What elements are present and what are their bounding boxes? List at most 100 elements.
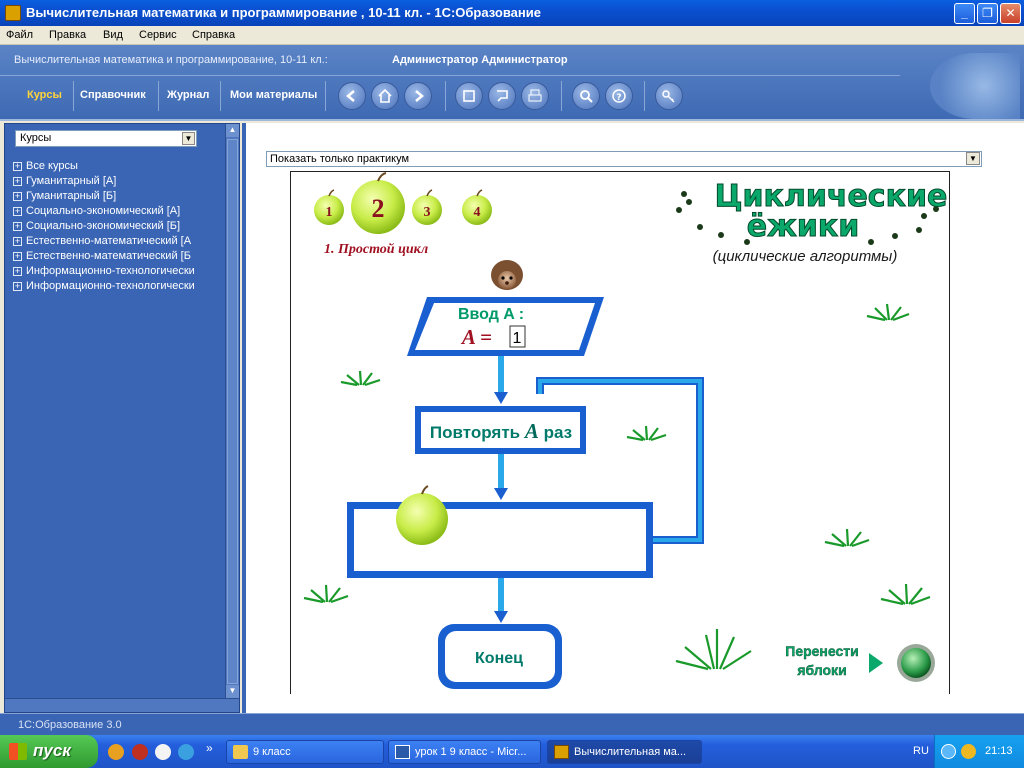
course-select[interactable]: Курсы ▼ [15, 130, 197, 147]
lesson-title-line2: ёжики [747, 209, 860, 244]
step-3-button[interactable]: 3 [412, 189, 442, 225]
course-title: Вычислительная математика и программиров… [14, 54, 328, 66]
tab-courses[interactable]: Курсы [27, 89, 62, 101]
course-tree: + Все курсы + Гуманитарный [А] + Гуманитарн… [13, 160, 227, 295]
step-2-button[interactable]: 2 [351, 172, 405, 234]
practice-filter-select[interactable]: Показать только практикум ▼ [266, 151, 982, 167]
tab-journal[interactable]: Журнал [167, 89, 209, 101]
tree-item[interactable]: + Информационно-технологически [13, 265, 227, 280]
sidebar: Курсы ▼ + Все курсы + Гуманитарный [А] + Гу… [4, 123, 240, 713]
tab-my-materials[interactable]: Мои материалы [230, 89, 317, 101]
tray-expand-icon[interactable] [941, 744, 956, 759]
tab-separator [325, 81, 326, 111]
menu-bar: Файл Правка Вид Сервис Справка [0, 26, 1024, 45]
quicklaunch-ie-icon[interactable] [178, 744, 194, 760]
scroll-up-icon[interactable]: ▲ [226, 124, 239, 137]
chevron-down-icon[interactable]: ▼ [182, 132, 195, 145]
lesson-stage: 1 2 3 4 1. Простой цикл Циклические ёжик… [290, 171, 950, 694]
search-icon[interactable] [572, 82, 600, 110]
maximize-button[interactable]: ❐ [977, 3, 998, 24]
back-arrow-icon[interactable] [338, 82, 366, 110]
tree-item[interactable]: + Все курсы [13, 160, 227, 175]
print-icon[interactable] [521, 82, 549, 110]
course-select-value: Курсы [20, 132, 52, 144]
expand-icon[interactable]: + [13, 222, 22, 231]
input-block-expression: A = [460, 325, 492, 349]
quicklaunch-more-icon[interactable]: » [206, 741, 213, 755]
sidebar-vertical-scrollbar[interactable]: ▲ ▼ [225, 124, 239, 699]
task-1c-education[interactable]: Вычислительная ма... [547, 740, 702, 764]
menu-tools[interactable]: Сервис [139, 29, 177, 41]
step-4-button[interactable]: 4 [462, 189, 492, 225]
expand-icon[interactable]: + [13, 237, 22, 246]
folder-icon [233, 745, 248, 759]
menu-view[interactable]: Вид [103, 29, 123, 41]
step-title: 1. Простой цикл [324, 242, 428, 257]
start-button[interactable]: пуск [0, 735, 98, 768]
tree-item[interactable]: + Социально-экономический [А] [13, 205, 227, 220]
input-block-label: Ввод A : [458, 306, 524, 323]
window-title: Вычислительная математика и программиров… [26, 5, 541, 20]
content-area: Показать только практикум ▼ 1 2 3 4 1. П… [242, 123, 1024, 713]
pointer-icon[interactable] [488, 82, 516, 110]
tab-reference[interactable]: Справочник [80, 89, 146, 101]
scroll-thumb[interactable] [227, 139, 238, 684]
windows-logo-icon [9, 743, 27, 760]
expand-icon[interactable]: + [13, 252, 22, 261]
expand-icon[interactable]: + [13, 267, 22, 276]
task-word[interactable]: урок 1 9 класс - Micr... [388, 740, 541, 764]
loop-block-label: Повторять A раз [430, 419, 572, 443]
expand-icon[interactable]: + [13, 282, 22, 291]
tree-item[interactable]: + Естественно-математический [Б [13, 250, 227, 265]
hedgehog-icon [491, 260, 523, 290]
practice-filter-value: Показать только практикум [270, 153, 410, 165]
expand-icon[interactable]: + [13, 192, 22, 201]
minimize-button[interactable]: _ [954, 3, 975, 24]
menu-help[interactable]: Справка [192, 29, 235, 41]
expand-icon[interactable]: + [13, 162, 22, 171]
expand-icon[interactable]: + [13, 207, 22, 216]
tree-item[interactable]: + Гуманитарный [Б] [13, 190, 227, 205]
word-icon [395, 745, 410, 759]
app-header: Вычислительная математика и программиров… [0, 45, 1024, 121]
system-tray: 21:13 [934, 735, 1024, 768]
quicklaunch-opera-icon[interactable] [132, 744, 148, 760]
move-apples-button[interactable] [897, 644, 935, 682]
home-icon[interactable] [371, 82, 399, 110]
expand-icon[interactable]: + [13, 177, 22, 186]
app-icon [554, 745, 569, 759]
apple-icon[interactable] [396, 485, 448, 545]
menu-file[interactable]: Файл [6, 29, 33, 41]
end-block-label: Конец [475, 650, 523, 667]
svg-text:?: ? [616, 93, 621, 103]
step-1-button[interactable]: 1 [314, 189, 344, 225]
user-name: Администратор Администратор [392, 54, 568, 66]
app-emblem [930, 53, 1020, 119]
key-icon[interactable] [655, 82, 683, 110]
menu-edit[interactable]: Правка [49, 29, 86, 41]
tree-item[interactable]: + Социально-экономический [Б] [13, 220, 227, 235]
tree-item[interactable]: + Гуманитарный [А] [13, 175, 227, 190]
tool-separator [561, 81, 562, 111]
tool-separator [445, 81, 446, 111]
tree-item[interactable]: + Информационно-технологически [13, 280, 227, 295]
task-folder[interactable]: 9 класс [226, 740, 384, 764]
help-icon[interactable]: ? [605, 82, 633, 110]
forward-arrow-icon[interactable] [404, 82, 432, 110]
tool-separator [644, 81, 645, 111]
language-indicator[interactable]: RU [913, 745, 929, 757]
close-button[interactable]: ✕ [1000, 3, 1021, 24]
sidebar-horizontal-scrollbar[interactable] [5, 698, 239, 712]
input-a-value: 1 [513, 330, 522, 347]
quicklaunch-browser-icon[interactable] [108, 744, 124, 760]
tray-antivirus-icon[interactable] [961, 744, 976, 759]
scroll-down-icon[interactable]: ▼ [226, 685, 239, 698]
fullscreen-icon[interactable] [455, 82, 483, 110]
window-titlebar[interactable]: Вычислительная математика и программиров… [0, 0, 1024, 26]
tree-item[interactable]: + Естественно-математический [А [13, 235, 227, 250]
clock[interactable]: 21:13 [985, 745, 1013, 757]
quicklaunch-panda-icon[interactable] [155, 744, 171, 760]
tab-separator [220, 81, 221, 111]
splitter[interactable] [242, 123, 246, 713]
chevron-down-icon[interactable]: ▼ [966, 152, 980, 165]
